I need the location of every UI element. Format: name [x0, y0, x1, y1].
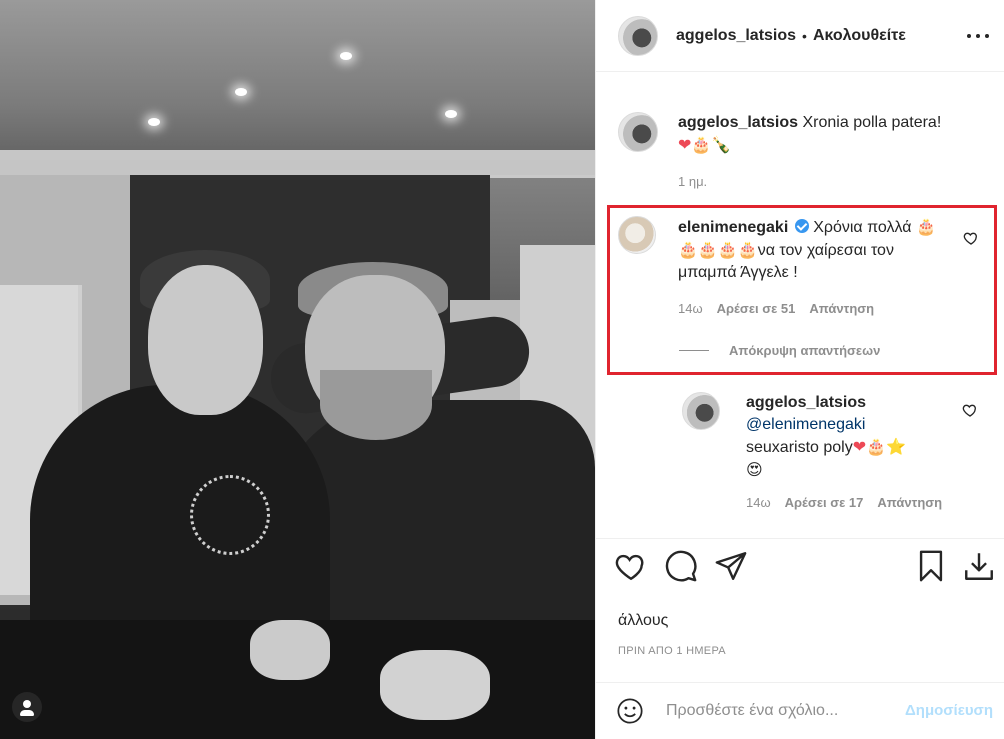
caption-emoji: ❤🎂🍾	[678, 135, 732, 154]
avatar[interactable]	[682, 392, 720, 430]
reply-emoji: ❤🎂⭐	[852, 437, 906, 456]
avatar[interactable]	[618, 112, 658, 152]
caption-time[interactable]: 1 ημ.	[678, 171, 707, 193]
avatar[interactable]	[618, 15, 658, 56]
hoodie-print	[190, 475, 270, 555]
following-button[interactable]: Ακολουθείτε	[813, 27, 906, 45]
caption: aggelos_latsios Xronia polla patera! ❤🎂🍾…	[618, 112, 988, 193]
more-options-icon[interactable]	[967, 26, 989, 46]
reply-username[interactable]: aggelos_latsios	[746, 394, 866, 411]
share-icon[interactable]	[714, 549, 748, 583]
post-date[interactable]: ΠΡΙΝ ΑΠΟ 1 ΗΜΕΡΑ	[618, 645, 726, 657]
comment-highlight-box	[607, 205, 997, 375]
separator-dot: •	[802, 27, 807, 44]
caption-text: Xronia polla patera!	[802, 114, 942, 131]
reply-time[interactable]: 14ω	[746, 494, 771, 511]
add-comment-bar: Δημοσίευση	[596, 682, 1004, 739]
reply-aggelos_latsios: aggelos_latsios @elenimenegaki seuxarist…	[682, 392, 992, 511]
ceiling-light	[445, 110, 457, 118]
reply-likes[interactable]: Αρέσει σε 17	[785, 494, 864, 511]
ceiling-beam	[0, 150, 595, 178]
man-beard	[320, 370, 432, 440]
ceiling-light	[235, 88, 247, 96]
ceiling-light	[148, 118, 160, 126]
save-bookmark-icon[interactable]	[914, 549, 948, 583]
action-bar	[596, 538, 1004, 590]
comment-icon[interactable]	[664, 549, 698, 583]
young-man-face	[148, 265, 263, 415]
hand	[250, 620, 330, 680]
heart-eyes-emoji: 😍	[746, 460, 763, 479]
caption-username[interactable]: aggelos_latsios	[678, 114, 798, 131]
like-comment-icon[interactable]	[962, 402, 978, 418]
reply-text: seuxaristo poly	[746, 439, 853, 456]
post-header: aggelos_latsios • Ακολουθείτε	[596, 0, 1004, 72]
hand	[380, 650, 490, 720]
ceiling	[0, 0, 595, 175]
emoji-picker-icon[interactable]	[616, 697, 644, 725]
ceiling-light	[340, 52, 352, 60]
like-icon[interactable]	[614, 549, 648, 583]
download-icon[interactable]	[962, 549, 996, 583]
comment-input[interactable]	[666, 699, 886, 723]
post-photo[interactable]	[0, 0, 595, 739]
reply-button[interactable]: Απάντηση	[877, 494, 942, 511]
mention-link[interactable]: @elenimenegaki	[746, 416, 865, 433]
likes-text-truncated[interactable]: άλλους	[618, 612, 668, 630]
post-username[interactable]: aggelos_latsios	[676, 27, 796, 45]
publish-button[interactable]: Δημοσίευση	[905, 702, 993, 719]
user-tag-icon[interactable]	[12, 692, 42, 722]
